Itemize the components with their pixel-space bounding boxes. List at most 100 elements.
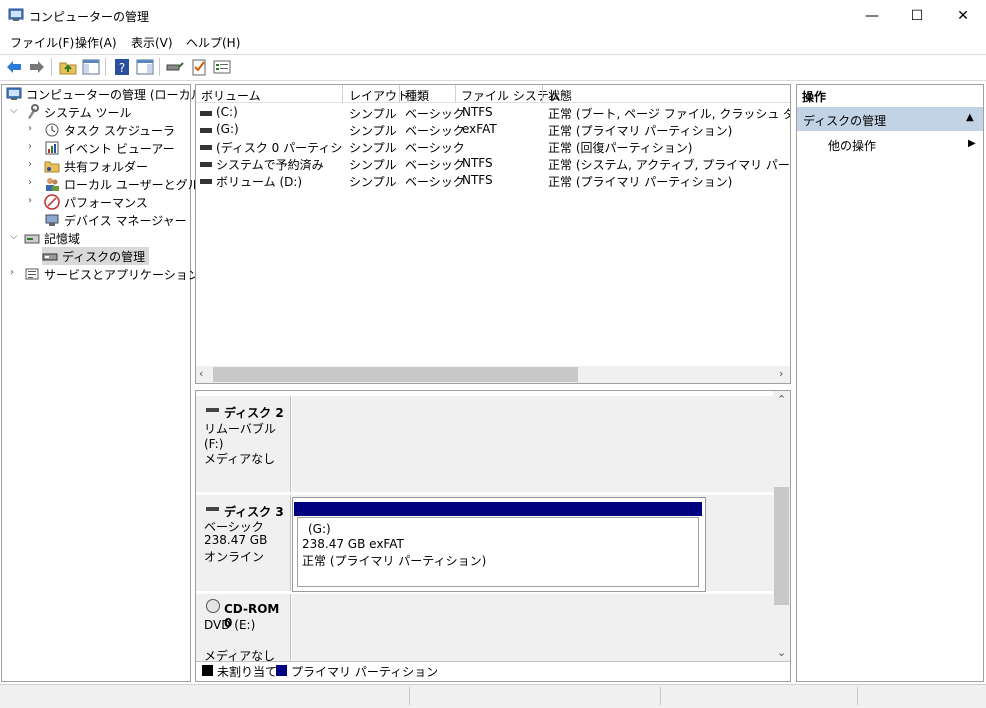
menu-file[interactable]: ファイル(F) (10, 34, 74, 51)
scroll-thumb[interactable] (213, 367, 578, 382)
action-other-operations[interactable]: 他の操作 (828, 137, 876, 154)
actions-section-label: ディスクの管理 (803, 114, 887, 128)
table-cell: exFAT (462, 122, 497, 136)
chevron-right-icon[interactable]: › (10, 267, 14, 278)
scroll-down-icon[interactable]: ⌄ (777, 646, 786, 659)
column-header-status[interactable]: 状態 (548, 87, 572, 104)
tree-item-label: 記憶域 (44, 231, 81, 246)
submenu-arrow-icon[interactable]: ▶ (968, 138, 976, 149)
column-header-layout[interactable]: レイアウト (349, 87, 409, 104)
performance-icon (44, 194, 60, 210)
table-cell: ベーシック (405, 107, 465, 121)
legend-primary-partition: プライマリ パーティション (291, 665, 439, 679)
maximize-button[interactable]: ☐ (894, 0, 940, 31)
column-divider[interactable] (542, 85, 543, 103)
chevron-down-icon[interactable]: ⌵ (10, 231, 18, 242)
disk-status: メディアなし (204, 452, 276, 466)
partition-details[interactable]: (G:) 238.47 GB exFAT 正常 (プライマリ パーティション) (297, 517, 699, 587)
menu-view[interactable]: 表示(V) (131, 34, 173, 51)
table-cell: 正常 (プライマリ パーティション) (548, 175, 733, 189)
forward-arrow-icon[interactable] (27, 57, 47, 77)
scroll-up-icon[interactable]: ⌃ (777, 393, 786, 406)
table-cell[interactable]: (C:) (216, 105, 340, 119)
chevron-right-icon[interactable]: › (28, 141, 32, 152)
collapse-up-icon[interactable]: ▲ (966, 112, 974, 123)
column-divider[interactable] (399, 85, 400, 103)
table-cell[interactable]: (ディスク 0 パーティション 3) (216, 139, 342, 156)
chevron-right-icon[interactable]: › (28, 195, 32, 206)
help-icon[interactable]: ? (112, 57, 132, 77)
computer-management-icon (8, 7, 24, 23)
table-cell[interactable]: (G:) (216, 122, 340, 136)
table-cell: シンプル (349, 158, 397, 172)
tree-item-event-viewer[interactable]: イベント ビューアー (44, 139, 175, 157)
tree-item-label: システム ツール (44, 105, 132, 120)
menu-action[interactable]: 操作(A) (75, 34, 117, 51)
table-cell: ベーシック (405, 124, 465, 138)
menu-help[interactable]: ヘルプ(H) (186, 34, 240, 51)
scroll-left-icon[interactable]: ‹ (199, 367, 203, 380)
chevron-right-icon[interactable]: › (28, 123, 32, 134)
partition-block[interactable]: (G:) 238.47 GB exFAT 正常 (プライマリ パーティション) (292, 497, 706, 592)
tree-item-label: サービスとアプリケーション (44, 267, 200, 282)
status-bar (0, 684, 986, 708)
status-divider (660, 687, 661, 705)
scroll-thumb[interactable] (774, 487, 789, 605)
shared-folder-icon (44, 158, 60, 174)
table-cell: 正常 (回復パーティション) (548, 141, 693, 155)
scroll-right-icon[interactable]: › (779, 367, 783, 380)
connect-drive-icon[interactable] (165, 57, 185, 77)
column-header-volume[interactable]: ボリューム (201, 87, 261, 104)
users-icon (44, 176, 60, 192)
back-arrow-icon[interactable] (4, 57, 24, 77)
tree-item-shared-folders[interactable]: 共有フォルダー (44, 157, 148, 175)
table-cell[interactable]: ボリューム (D:) (216, 173, 340, 190)
table-cell[interactable]: システムで予約済み (216, 156, 340, 173)
up-folder-icon[interactable] (58, 57, 78, 77)
volume-drive-icon (200, 145, 212, 150)
close-button[interactable]: ✕ (940, 0, 986, 31)
tree-item-task-scheduler[interactable]: タスク スケジューラ (44, 121, 175, 139)
partition-status: 正常 (プライマリ パーティション) (302, 554, 487, 568)
checklist-icon[interactable] (189, 57, 209, 77)
tree-item-storage[interactable]: 記憶域 (24, 229, 80, 247)
disk-info-panel[interactable]: CD-ROM 0 DVD (E:) メディアなし (196, 594, 291, 663)
column-header-type[interactable]: 種類 (405, 87, 429, 104)
event-viewer-icon (44, 140, 60, 156)
disk-info-panel[interactable]: ディスク 3 ベーシック 238.47 GB オンライン (196, 495, 291, 591)
tree-item-performance[interactable]: パフォーマンス (44, 193, 148, 211)
table-cell: 正常 (プライマリ パーティション) (548, 124, 733, 138)
table-cell: シンプル (349, 107, 397, 121)
table-cell: NTFS (462, 156, 493, 170)
tree-item-system-tools[interactable]: システム ツール (24, 103, 131, 121)
column-divider[interactable] (342, 85, 343, 103)
disk-type: DVD (E:) (204, 618, 256, 632)
tree-item-computer-management[interactable]: コンピューターの管理 (ローカル) (6, 85, 207, 103)
cd-icon (206, 599, 220, 613)
tree-item-label: コンピューターの管理 (ローカル) (26, 87, 208, 102)
column-divider[interactable] (455, 85, 456, 103)
volume-drive-icon (200, 179, 212, 184)
chevron-right-icon[interactable]: › (28, 159, 32, 170)
disk-mgmt-icon (42, 248, 58, 264)
volume-drive-icon (200, 162, 212, 167)
disk-partition-area (292, 594, 773, 661)
partition-title: (G:) (308, 522, 331, 536)
tree-item-services-apps[interactable]: サービスとアプリケーション (24, 265, 200, 283)
actions-pane (796, 84, 984, 682)
legend-unallocated: 未割り当て (217, 665, 278, 679)
tree-item-label: イベント ビューアー (64, 141, 175, 156)
column-header-filesystem[interactable]: ファイル システム (461, 87, 560, 104)
tree-item-disk-management[interactable]: ディスクの管理 (42, 247, 150, 265)
table-cell: NTFS (462, 173, 493, 187)
properties-icon[interactable] (212, 57, 232, 77)
tree-item-device-manager[interactable]: デバイス マネージャー (44, 211, 187, 229)
chevron-down-icon[interactable]: ⌵ (10, 105, 18, 116)
disk-icon (206, 408, 219, 412)
tools-icon (24, 104, 40, 120)
disk-info-panel[interactable]: ディスク 2 リムーバブル (F:) メディアなし (196, 396, 291, 492)
chevron-right-icon[interactable]: › (28, 177, 32, 188)
minimize-button[interactable]: — (849, 0, 895, 31)
show-hide-tree-icon[interactable] (81, 57, 101, 77)
show-action-pane-icon[interactable] (135, 57, 155, 77)
